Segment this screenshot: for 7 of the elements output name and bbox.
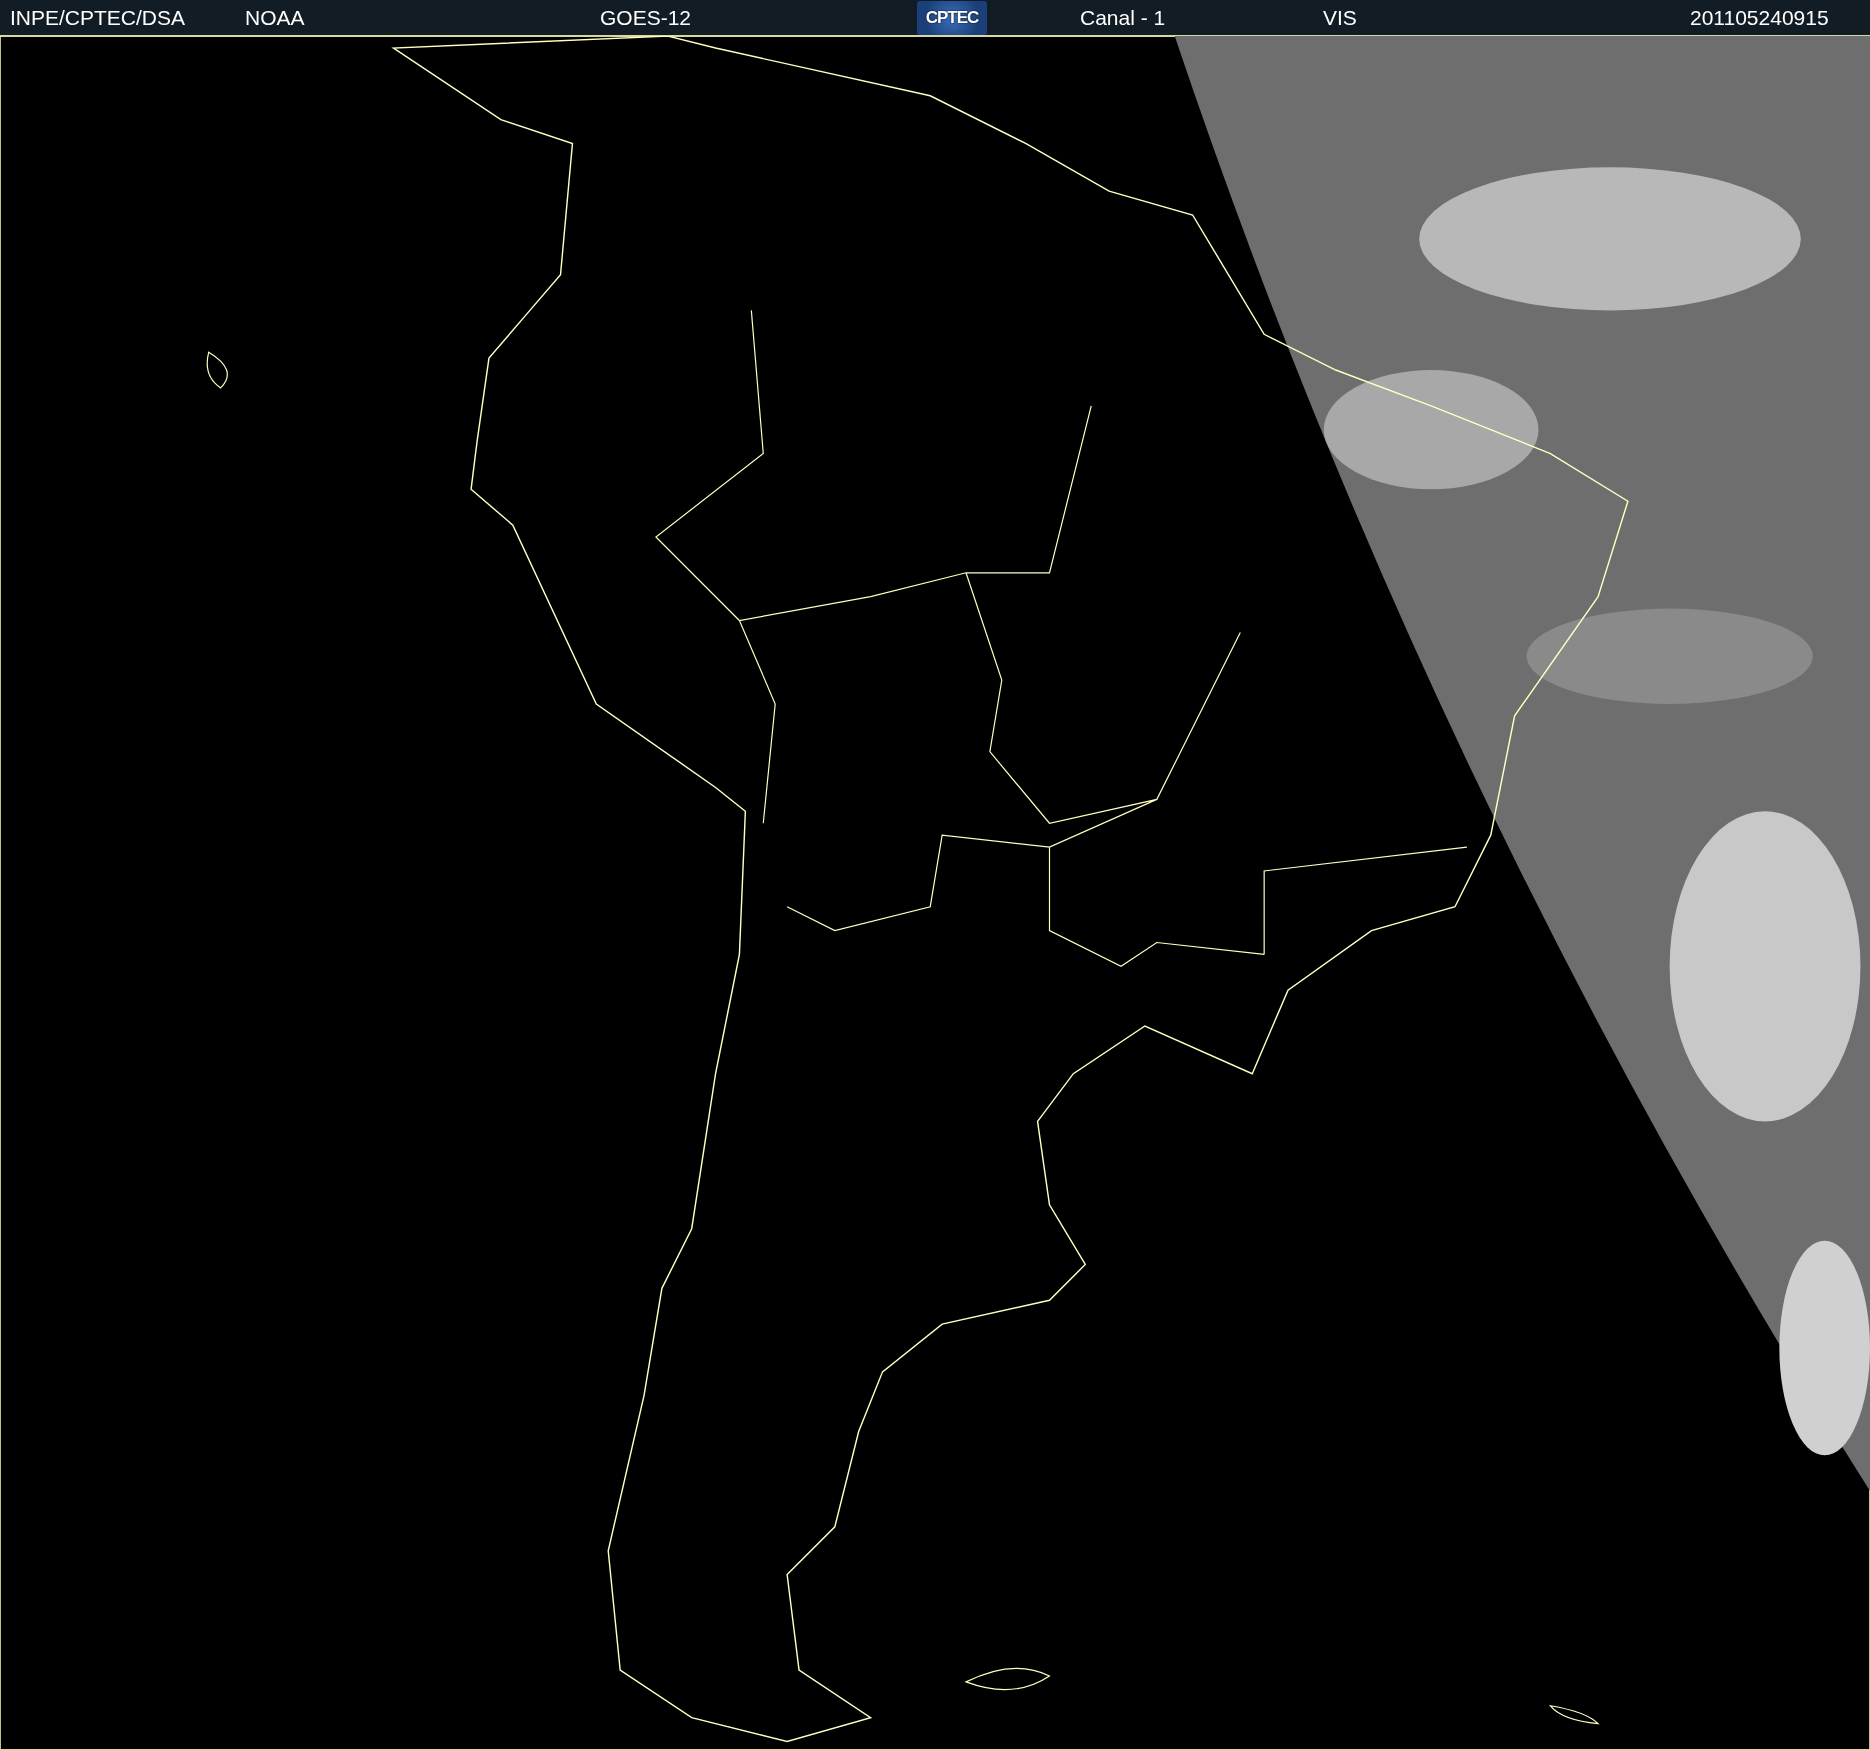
header-label: NOAA <box>245 7 305 28</box>
header-label: Canal - 1 <box>1080 7 1166 28</box>
header-label: VIS <box>1323 7 1357 28</box>
logo: CPTEC <box>917 0 987 35</box>
header-label: INPE/CPTEC/DSA <box>10 7 186 28</box>
header-label: GOES-12 <box>600 7 692 28</box>
header-label: 201105240915 <box>1690 7 1829 28</box>
